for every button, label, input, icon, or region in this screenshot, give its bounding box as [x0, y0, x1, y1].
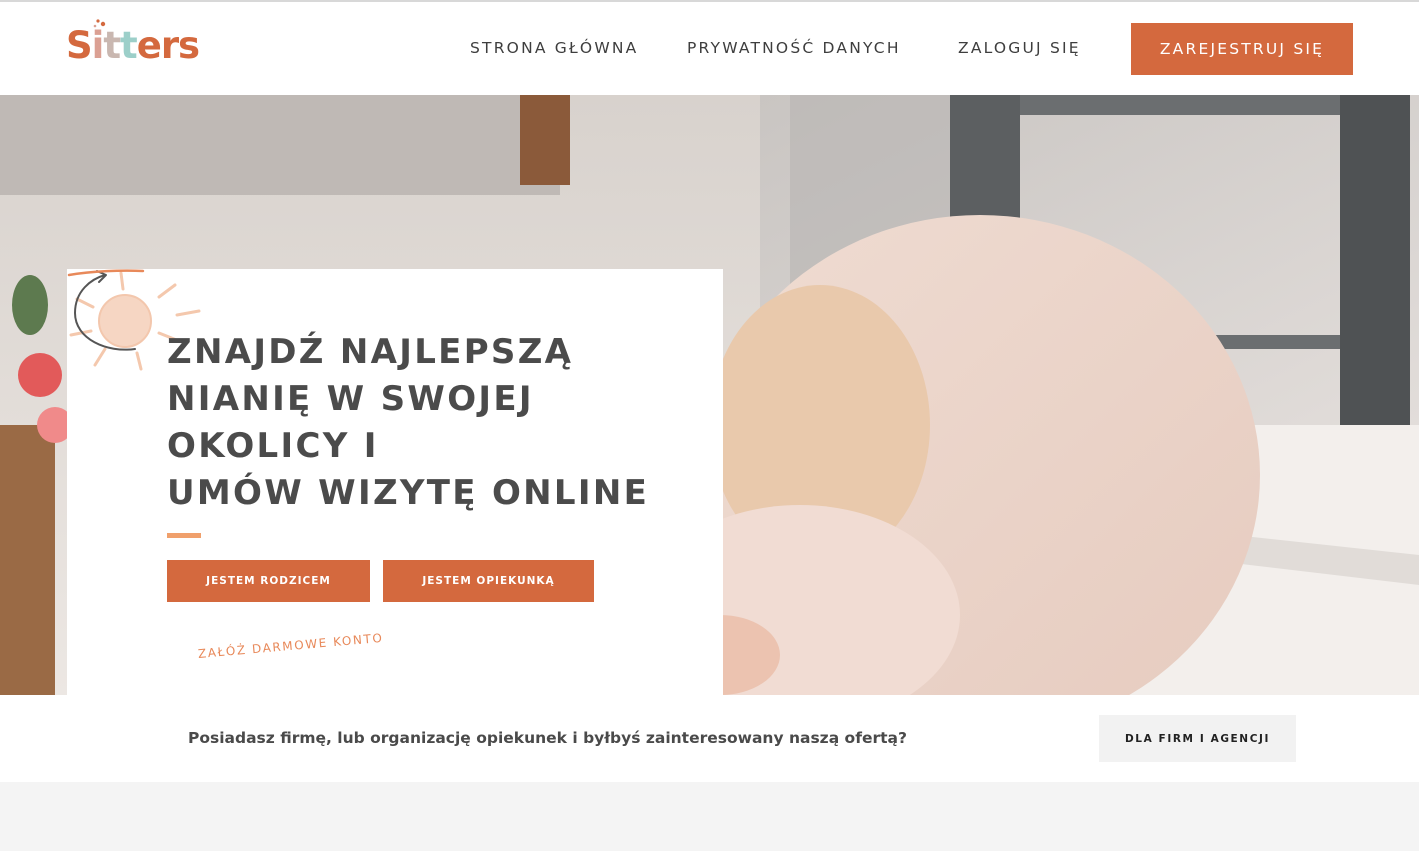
- nav-privacy-link[interactable]: PRYWATNOŚĆ DANYCH: [687, 38, 901, 58]
- headline-line: NIANIĘ W SWOJEJ: [167, 379, 534, 419]
- sitter-button[interactable]: JESTEM OPIEKUNKĄ: [383, 560, 594, 602]
- business-strip: Posiadasz firmę, lub organizację opiekun…: [0, 695, 1419, 782]
- sitters-logo[interactable]: Sitters: [64, 18, 204, 70]
- business-button[interactable]: DLA FIRM I AGENCJI: [1099, 715, 1296, 762]
- nav-home-link[interactable]: STRONA GŁÓWNA: [470, 38, 638, 58]
- site-header: Sitters STRONA GŁÓWNA PRYWATNOŚĆ DANYCH …: [0, 2, 1419, 95]
- free-account-link[interactable]: ZAŁÓŻ DARMOWE KONTO: [197, 631, 384, 661]
- accent-divider: [167, 533, 201, 538]
- nav-login-link[interactable]: ZALOGUJ SIĘ: [958, 38, 1081, 58]
- hero-section: ZNAJDŹ NAJLEPSZĄ NIANIĘ W SWOJEJ OKOLICY…: [0, 95, 1419, 695]
- lower-section: [0, 782, 1419, 851]
- underline-stroke: [67, 269, 145, 277]
- logo-wordmark: Sitters: [66, 24, 200, 67]
- business-question: Posiadasz firmę, lub organizację opiekun…: [188, 729, 907, 747]
- headline-line: ZNAJDŹ NAJLEPSZĄ: [167, 332, 574, 372]
- headline-line: OKOLICY I: [167, 426, 379, 466]
- register-button[interactable]: ZAREJESTRUJ SIĘ: [1131, 23, 1353, 75]
- parent-button[interactable]: JESTEM RODZICEM: [167, 560, 370, 602]
- hero-card: ZNAJDŹ NAJLEPSZĄ NIANIĘ W SWOJEJ OKOLICY…: [67, 269, 723, 695]
- hero-headline: ZNAJDŹ NAJLEPSZĄ NIANIĘ W SWOJEJ OKOLICY…: [167, 329, 687, 517]
- headline-line: UMÓW WIZYTĘ ONLINE: [167, 473, 650, 513]
- curved-arrow-icon: [73, 270, 136, 351]
